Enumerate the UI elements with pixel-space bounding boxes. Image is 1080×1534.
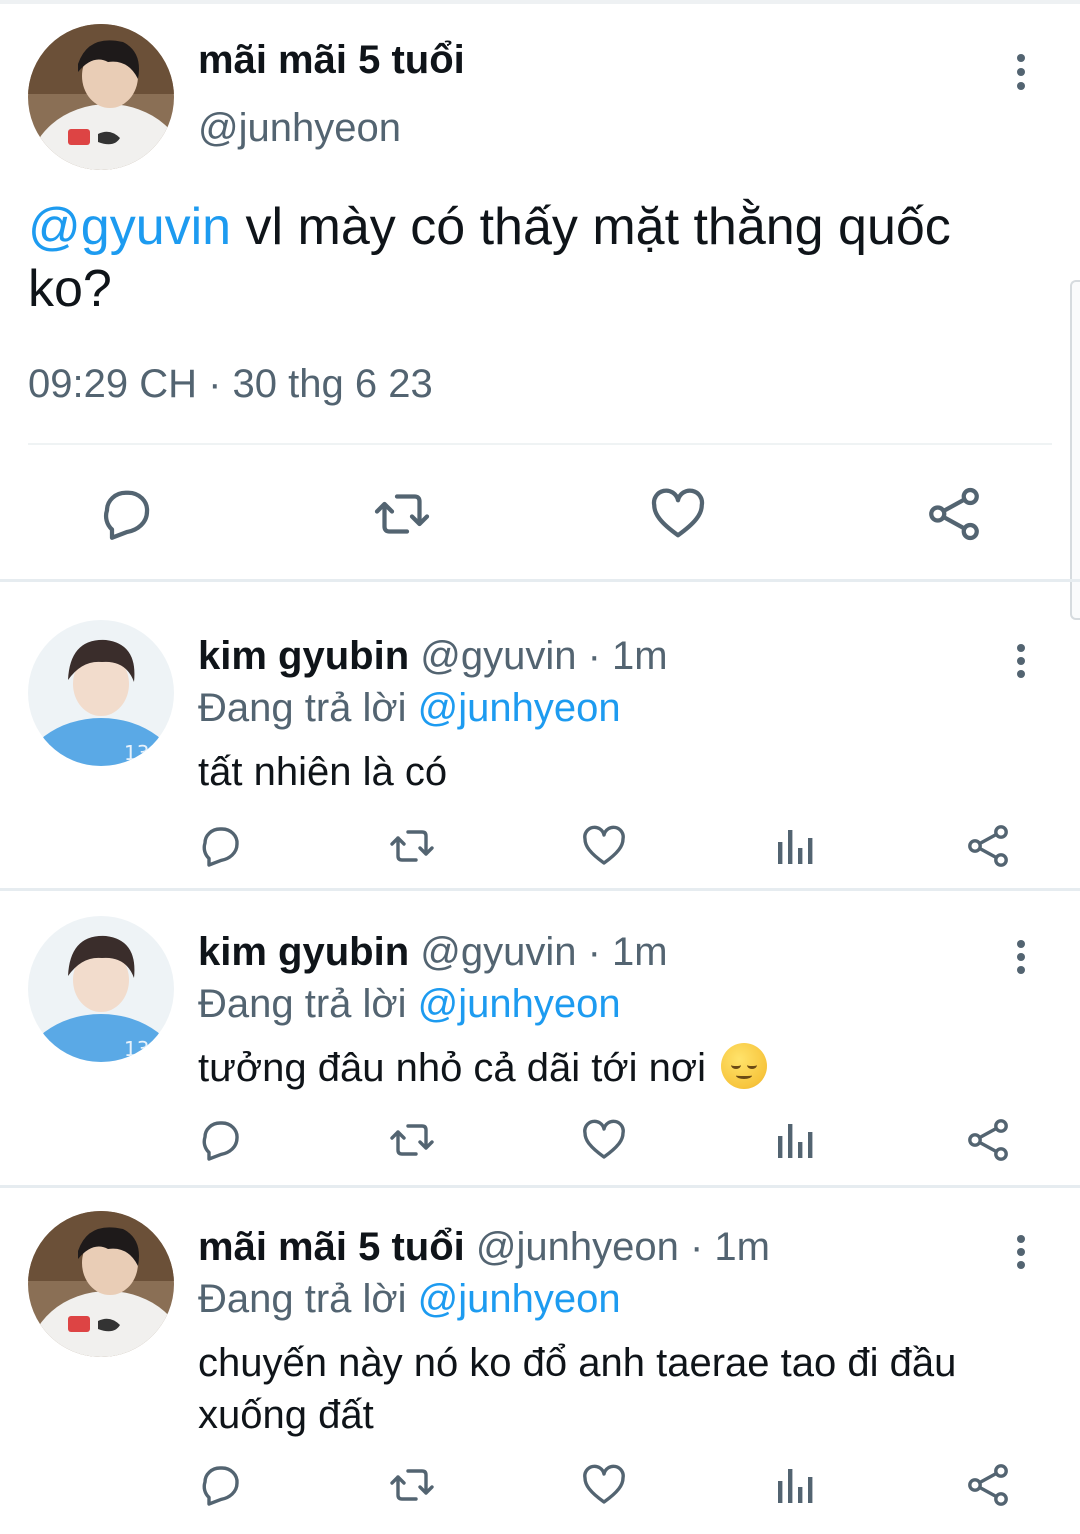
analytics-icon[interactable]	[772, 1116, 820, 1164]
reply-header: mãi mãi 5 tuổi @junhyeon · 1m	[198, 1225, 770, 1270]
main-tweet: mãi mãi 5 tuổi @junhyeon @gyuvin vl mày …	[0, 0, 1080, 580]
avatar[interactable]	[28, 24, 174, 170]
reply-tweet[interactable]: 13 kim gyubin @gyuvin · 1m Đang trả lời …	[0, 890, 1080, 1186]
replying-to: Đang trả lời @junhyeon	[198, 686, 621, 731]
svg-text:13: 13	[124, 741, 149, 765]
retweet-icon[interactable]	[388, 1461, 436, 1509]
mention-link[interactable]: @gyuvin	[28, 198, 231, 256]
more-options-icon[interactable]	[1011, 1235, 1031, 1269]
more-options-icon[interactable]	[1011, 54, 1031, 90]
replying-to-prefix: Đang trả lời	[198, 1277, 418, 1321]
share-icon[interactable]	[964, 1116, 1012, 1164]
mention-link[interactable]: @junhyeon	[418, 982, 621, 1026]
more-options-icon[interactable]	[1011, 644, 1031, 678]
avatar[interactable]: 13	[28, 916, 174, 1062]
reply-time: · 1m	[576, 634, 668, 678]
author-name[interactable]: mãi mãi 5 tuổi	[198, 38, 465, 83]
reply-text: tưởng đâu nhỏ cả dãi tới nơi	[198, 1042, 1028, 1094]
author-handle[interactable]: @gyuvin	[420, 930, 576, 974]
reply-text: tất nhiên là có	[198, 750, 448, 794]
reply-icon[interactable]	[197, 1461, 245, 1509]
reply-icon[interactable]	[197, 1116, 245, 1164]
share-icon[interactable]	[964, 822, 1012, 870]
svg-text:13: 13	[124, 1037, 149, 1061]
mention-link[interactable]: @junhyeon	[418, 686, 621, 730]
analytics-icon[interactable]	[772, 1461, 820, 1509]
reply-header: kim gyubin @gyuvin · 1m	[198, 634, 668, 679]
reply-icon[interactable]	[197, 822, 245, 870]
retweet-icon[interactable]	[388, 1116, 436, 1164]
analytics-icon[interactable]	[772, 822, 820, 870]
like-icon[interactable]	[580, 1461, 628, 1509]
divider	[0, 579, 1080, 582]
author-name[interactable]: kim gyubin	[198, 930, 409, 974]
reply-icon[interactable]	[97, 484, 157, 544]
replying-to: Đang trả lời @junhyeon	[198, 1277, 621, 1322]
share-icon[interactable]	[964, 1461, 1012, 1509]
retweet-icon[interactable]	[372, 484, 432, 544]
replying-to-prefix: Đang trả lời	[198, 686, 418, 730]
replying-to-prefix: Đang trả lời	[198, 982, 418, 1026]
tweet-timestamp[interactable]: 09:29 CH · 30 thg 6 23	[28, 362, 433, 407]
retweet-icon[interactable]	[388, 822, 436, 870]
avatar[interactable]	[28, 1211, 174, 1357]
reply-time: · 1m	[678, 1225, 770, 1269]
author-handle[interactable]: @junhyeon	[476, 1225, 679, 1269]
like-icon[interactable]	[580, 1116, 628, 1164]
reply-time: · 1m	[576, 930, 668, 974]
replying-to: Đang trả lời @junhyeon	[198, 982, 621, 1027]
avatar[interactable]: 13	[28, 620, 174, 766]
author-name[interactable]: mãi mãi 5 tuổi	[198, 1225, 465, 1269]
like-icon[interactable]	[580, 822, 628, 870]
share-icon[interactable]	[924, 484, 984, 544]
mention-link[interactable]: @junhyeon	[418, 1277, 621, 1321]
like-icon[interactable]	[648, 484, 708, 544]
reply-text: chuyến này nó ko đổ anh taerae tao đi đầ…	[198, 1341, 957, 1437]
relieved-face-emoji-icon	[721, 1043, 768, 1089]
reply-tweet[interactable]: mãi mãi 5 tuổi @junhyeon · 1m Đang trả l…	[0, 1185, 1080, 1534]
tweet-text: @gyuvin vl mày có thấy mặt thằng quốc ko…	[28, 196, 1038, 320]
author-handle[interactable]: @junhyeon	[198, 106, 401, 151]
reply-tweet[interactable]: 13 kim gyubin @gyuvin · 1m Đang trả lời …	[0, 594, 1080, 888]
reply-header: kim gyubin @gyuvin · 1m	[198, 930, 668, 975]
divider	[28, 443, 1052, 445]
author-handle[interactable]: @gyuvin	[420, 634, 576, 678]
more-options-icon[interactable]	[1011, 940, 1031, 974]
author-name[interactable]: kim gyubin	[198, 634, 409, 678]
reply-body: tưởng đâu nhỏ cả dãi tới nơi	[198, 1046, 718, 1090]
